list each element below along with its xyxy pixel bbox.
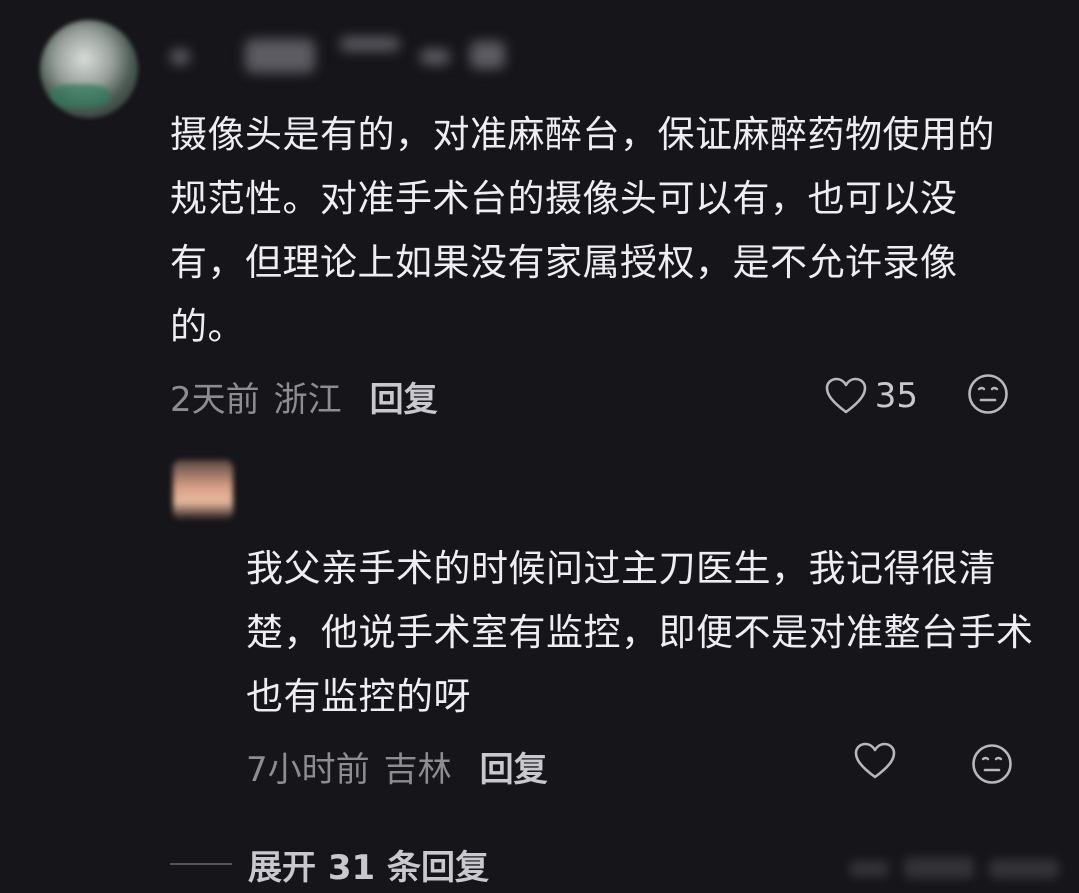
comment-meta: 2天前 浙江 回复 35 <box>170 370 1030 422</box>
expand-replies-button[interactable]: 展开 31 条回复 <box>170 838 489 890</box>
meh-face-icon <box>972 744 1012 784</box>
comment-thread: 摄像头是有的，对准麻醉台，保证麻醉药物使用的规范性。对准手术台的摄像头可以有，也… <box>0 0 1079 893</box>
reply-body: 我父亲手术的时候问过主刀医生，我记得很清楚，他说手术室有监控，即便不是对准整台手… <box>246 547 1034 718</box>
comment-location: 浙江 <box>273 379 342 420</box>
reply-like-button[interactable] <box>854 742 896 789</box>
heart-icon <box>825 377 867 414</box>
reply-button[interactable]: 回复 <box>370 372 438 421</box>
reply-avatar[interactable] <box>173 460 233 520</box>
like-button[interactable]: 35 <box>825 370 918 422</box>
comment-body: 摄像头是有的，对准麻醉台，保证麻醉药物使用的规范性。对准手术台的摄像头可以有，也… <box>170 113 995 348</box>
username-blurred[interactable] <box>170 35 505 75</box>
avatar[interactable] <box>40 20 138 118</box>
like-count: 35 <box>874 376 918 416</box>
heart-icon <box>854 742 896 779</box>
comment-time: 2天前 <box>170 379 260 420</box>
meh-face-icon <box>968 374 1008 414</box>
emoji-reaction-button[interactable] <box>966 372 1010 425</box>
divider <box>170 863 232 865</box>
expand-replies-label: 展开 31 条回复 <box>248 847 489 888</box>
reply-location: 吉林 <box>383 749 452 790</box>
reply-meta: 7小时前 吉林 回复 <box>246 740 1036 792</box>
reply-time: 7小时前 <box>246 749 370 790</box>
reply-reply-button[interactable]: 回复 <box>480 742 548 791</box>
watermark-blurred <box>849 849 1069 889</box>
reply-emoji-button[interactable] <box>970 742 1014 795</box>
